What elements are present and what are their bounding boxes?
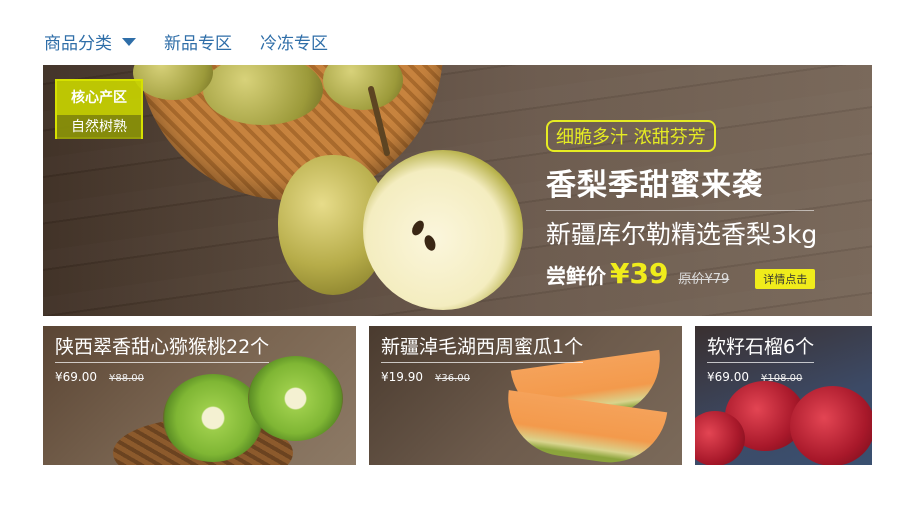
product-price: ¥19.90 bbox=[381, 370, 423, 384]
product-original-price: ¥88.00 bbox=[109, 373, 144, 384]
hero-title: 香梨季甜蜜来袭 bbox=[546, 168, 763, 203]
hero-subtitle: 新疆库尔勒精选香梨3kg bbox=[546, 220, 818, 249]
product-price-row: ¥19.90 ¥36.00 bbox=[381, 370, 470, 384]
badge-bottom-text: 自然树熟 bbox=[57, 115, 141, 139]
product-title: 软籽石榴6个 bbox=[707, 332, 815, 363]
melon-slice-image bbox=[500, 390, 668, 465]
hero-price-row: 尝鲜价 ¥39 原价¥79 详情点击 bbox=[546, 257, 817, 290]
hero-tagline: 细脆多汁 浓甜芬芳 bbox=[546, 120, 716, 152]
product-price-row: ¥69.00 ¥108.00 bbox=[707, 370, 802, 384]
product-price: ¥69.00 bbox=[707, 370, 749, 384]
top-nav: 商品分类 新品专区 冷冻专区 bbox=[44, 28, 356, 54]
details-button[interactable]: 详情点击 bbox=[755, 269, 816, 289]
hero-price: ¥39 bbox=[610, 257, 669, 290]
nav-category-dropdown[interactable]: 商品分类 bbox=[44, 29, 136, 54]
product-original-price: ¥108.00 bbox=[761, 373, 803, 384]
product-card-melon[interactable]: 新疆淖毛湖西周蜜瓜1个 ¥19.90 ¥36.00 bbox=[369, 326, 682, 465]
pomegranate-image bbox=[790, 386, 872, 465]
pear-half-image bbox=[363, 150, 523, 310]
nav-category-label: 商品分类 bbox=[44, 33, 112, 54]
nav-new-products[interactable]: 新品专区 bbox=[164, 29, 232, 54]
product-title: 新疆淖毛湖西周蜜瓜1个 bbox=[381, 332, 584, 363]
hero-original-price: 原价¥79 bbox=[678, 272, 730, 287]
hero-divider bbox=[546, 210, 814, 211]
nav-frozen-products[interactable]: 冷冻专区 bbox=[260, 29, 328, 54]
caret-down-icon bbox=[122, 38, 136, 46]
hero-banner[interactable]: 核心产区 自然树熟 细脆多汁 浓甜芬芳 香梨季甜蜜来袭 新疆库尔勒精选香梨3kg… bbox=[43, 65, 872, 316]
product-title: 陕西翠香甜心猕猴桃22个 bbox=[55, 332, 270, 363]
kiwi-image bbox=[248, 356, 343, 441]
badge-top-text: 核心产区 bbox=[71, 90, 127, 106]
hero-price-label: 尝鲜价 bbox=[546, 264, 606, 288]
product-card-pomegranate[interactable]: 软籽石榴6个 ¥69.00 ¥108.00 bbox=[695, 326, 872, 465]
product-card-kiwi[interactable]: 陕西翠香甜心猕猴桃22个 ¥69.00 ¥88.00 bbox=[43, 326, 356, 465]
nav-frozen-label: 冷冻专区 bbox=[260, 33, 328, 54]
product-original-price: ¥36.00 bbox=[435, 373, 470, 384]
hero-text-block: 细脆多汁 浓甜芬芳 香梨季甜蜜来袭 新疆库尔勒精选香梨3kg 尝鲜价 ¥39 原… bbox=[546, 120, 817, 290]
kiwi-image bbox=[163, 374, 263, 462]
product-price: ¥69.00 bbox=[55, 370, 97, 384]
product-price-row: ¥69.00 ¥88.00 bbox=[55, 370, 144, 384]
nav-new-label: 新品专区 bbox=[164, 33, 232, 54]
origin-badge: 核心产区 自然树熟 bbox=[55, 79, 143, 139]
